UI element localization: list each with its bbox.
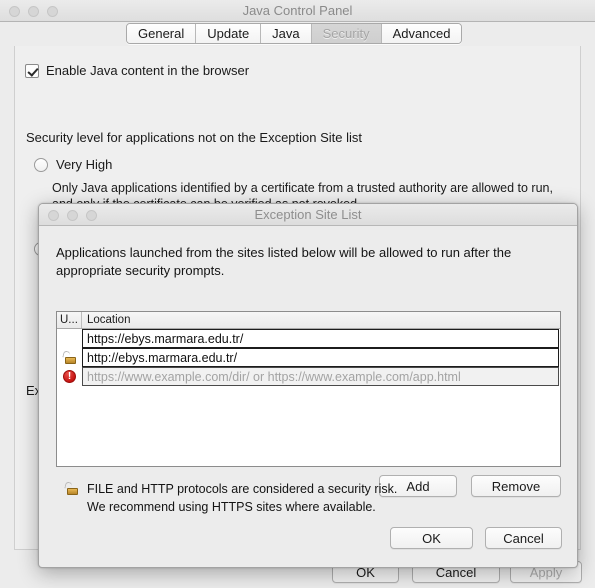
remove-button[interactable]: Remove xyxy=(471,475,561,497)
row-status-icon-cell xyxy=(57,348,82,367)
enable-java-checkbox-row[interactable]: Enable Java content in the browser xyxy=(25,63,249,78)
dialog-description: Applications launched from the sites lis… xyxy=(56,245,512,278)
radio-very-high-row[interactable]: Very High xyxy=(34,157,112,172)
table-header-row: U... Location xyxy=(57,312,560,329)
tab-strip: General Update Java Security Advanced xyxy=(0,22,595,46)
tab-general[interactable]: General xyxy=(127,24,197,43)
unlocked-padlock-icon xyxy=(62,350,76,364)
location-input[interactable]: http://ebys.marmara.edu.tr/ xyxy=(82,348,559,367)
dialog-title: Exception Site List xyxy=(254,207,362,222)
exception-sites-table[interactable]: U... Location https://ebys.marmara.edu.t… xyxy=(56,311,561,467)
tab-security[interactable]: Security xyxy=(311,24,382,43)
tab-update[interactable]: Update xyxy=(196,24,262,43)
dialog-cancel-button[interactable]: Cancel xyxy=(485,527,562,549)
exception-site-list-dialog: Exception Site List Applications launche… xyxy=(38,203,578,568)
row-status-icon-cell xyxy=(57,367,82,386)
table-row[interactable]: https://ebys.marmara.edu.tr/ xyxy=(57,329,560,348)
window-title: Java Control Panel xyxy=(242,3,353,18)
location-input[interactable]: https://ebys.marmara.edu.tr/ xyxy=(82,329,559,348)
security-level-title: Security level for applications not on t… xyxy=(26,130,363,145)
table-column-header-location: Location xyxy=(87,314,131,326)
row-status-icon-cell xyxy=(57,329,82,348)
main-titlebar: Java Control Panel xyxy=(0,0,595,22)
table-row[interactable]: https://www.example.com/dir/ or https://… xyxy=(57,367,560,386)
warning-line-2: We recommend using HTTPS sites where ava… xyxy=(87,500,376,514)
dialog-ok-button[interactable]: OK xyxy=(390,527,473,549)
radio-very-high-label: Very High xyxy=(56,157,113,172)
location-input-placeholder[interactable]: https://www.example.com/dir/ or https://… xyxy=(82,367,559,386)
table-column-header-u: U... xyxy=(57,312,82,328)
enable-java-checkbox[interactable] xyxy=(25,63,39,78)
error-badge-icon xyxy=(63,370,76,383)
warning-line-1: FILE and HTTP protocols are considered a… xyxy=(87,482,398,496)
radio-very-high[interactable] xyxy=(34,157,48,172)
table-row[interactable]: http://ebys.marmara.edu.tr/ xyxy=(57,348,560,367)
unlocked-padlock-icon xyxy=(64,481,78,495)
dialog-titlebar: Exception Site List xyxy=(39,204,577,226)
enable-java-checkbox-label: Enable Java content in the browser xyxy=(46,63,250,78)
tab-advanced[interactable]: Advanced xyxy=(381,24,462,43)
tab-java[interactable]: Java xyxy=(261,24,312,43)
java-control-panel-window: Java Control Panel General Update Java S… xyxy=(0,0,595,588)
security-warning: FILE and HTTP protocols are considered a… xyxy=(64,480,398,516)
